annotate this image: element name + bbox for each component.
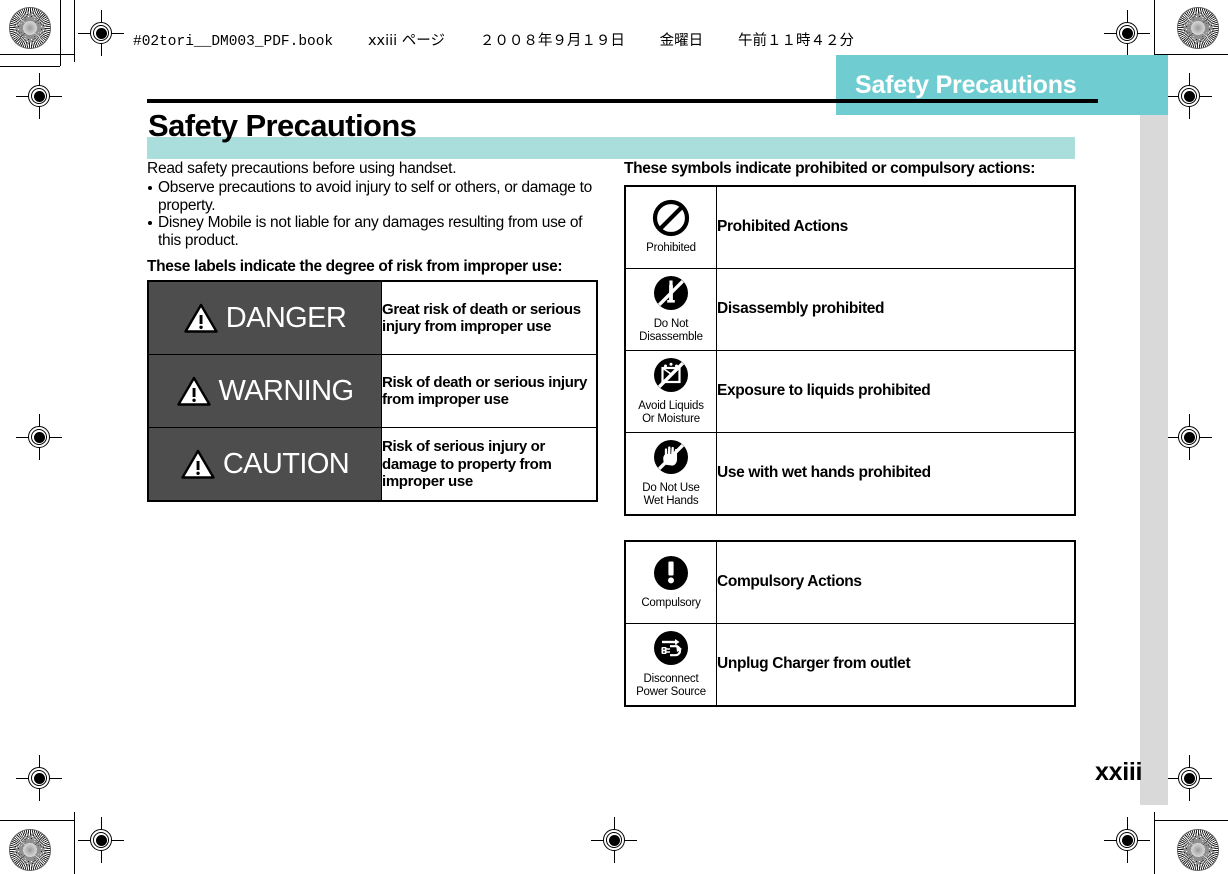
crop-line-bottom-right — [1154, 820, 1228, 821]
symbol-cell-prohibited: Prohibited — [625, 185, 717, 269]
symbol-description-compulsory: Compulsory Actions — [716, 540, 1075, 624]
registration-mark-bottom-right — [1104, 817, 1150, 863]
warning-triangle-icon — [181, 449, 215, 480]
symbol-caption: Do Not Use Wet Hands — [642, 481, 700, 507]
print-header-time: 午前１１時４２分 — [737, 33, 854, 49]
symbol-cell-avoid-liquids: Avoid Liquids Or Moisture — [625, 349, 717, 433]
table-spacer — [624, 516, 1079, 540]
registration-mark-left-bottom — [16, 755, 62, 801]
inner-frame-left — [60, 0, 61, 66]
crop-line-bottom — [0, 820, 74, 821]
intro-bullet-list: Observe precautions to avoid injury to s… — [147, 179, 599, 250]
registration-mark-right-top — [1166, 73, 1212, 119]
registration-mark-top-right — [1104, 10, 1150, 56]
registration-mark-top-left — [78, 10, 124, 56]
star-target-top-left — [9, 7, 51, 49]
registration-mark-right-middle — [1166, 414, 1212, 460]
right-column: These symbols indicate prohibited or com… — [624, 160, 1079, 707]
print-header-date: ２００８年９月１９日 — [479, 33, 625, 49]
risk-table-heading: These labels indicate the degree of risk… — [147, 257, 563, 275]
page-title: Safety Precautions — [148, 108, 417, 143]
page-top-rule — [147, 99, 1098, 103]
risk-level-cell-danger: DANGER — [147, 280, 382, 356]
table-row: CAUTION Risk of serious injury or damage… — [147, 427, 598, 502]
disconnect-power-plug-icon — [651, 628, 691, 673]
risk-level-cell-warning: WARNING — [147, 354, 382, 429]
risk-level-label: CAUTION — [222, 447, 350, 480]
inner-frame-top — [0, 66, 60, 67]
list-item: Disney Mobile is not liable for any dama… — [147, 214, 599, 249]
warning-triangle-icon — [184, 303, 218, 334]
page-index-bar — [1140, 115, 1168, 805]
registration-mark-bottom-left — [78, 817, 124, 863]
print-header-weekday: 金曜日 — [659, 33, 704, 49]
page-number: xxiii — [1095, 758, 1143, 786]
crop-line-top — [0, 54, 74, 55]
symbols-heading: These symbols indicate prohibited or com… — [624, 160, 1036, 177]
registration-mark-bottom-center — [591, 817, 637, 863]
table-row: DANGER Great risk of death or serious in… — [147, 280, 598, 356]
symbol-caption: Avoid Liquids Or Moisture — [638, 399, 704, 425]
print-header-filename: #02tori__DM003_PDF.book — [133, 34, 334, 50]
table-row: Prohibited Prohibited Actions — [625, 185, 1075, 269]
prohibited-symbols-table: Prohibited Prohibited Actions Do Not Dis… — [624, 184, 1076, 516]
symbol-caption: Disconnect Power Source — [636, 672, 706, 698]
left-column: Read safety precautions before using han… — [147, 160, 599, 503]
symbol-description-prohibited: Prohibited Actions — [716, 185, 1075, 269]
chapter-tab: Safety Precautions — [836, 55, 1168, 115]
risk-description-danger: Great risk of death or serious injury fr… — [381, 280, 598, 356]
registration-mark-right-bottom — [1166, 755, 1212, 801]
risk-level-label: DANGER — [225, 301, 347, 334]
prohibited-circle-slash-icon — [651, 198, 691, 243]
do-not-disassemble-icon — [651, 273, 691, 318]
symbol-cell-do-not-disassemble: Do Not Disassemble — [625, 267, 717, 351]
star-target-top-right — [1177, 7, 1219, 49]
table-row: Do Not Use Wet Hands Use with wet hands … — [625, 431, 1075, 515]
page-title-block: Safety Precautions — [147, 108, 1077, 160]
crop-line-left-bottom — [74, 812, 75, 874]
star-target-bottom-right — [1177, 829, 1219, 871]
table-row: Disconnect Power Source Unplug Charger f… — [625, 622, 1075, 706]
risk-level-label: WARNING — [218, 374, 354, 407]
risk-description-caution: Risk of serious injury or damage to prop… — [381, 427, 598, 502]
crop-line-right-bottom — [1154, 812, 1155, 874]
registration-mark-left-top — [16, 73, 62, 119]
crop-line-right — [1154, 0, 1155, 62]
table-row: WARNING Risk of death or serious injury … — [147, 354, 598, 429]
symbol-description-do-not-disassemble: Disassembly prohibited — [716, 267, 1075, 351]
avoid-liquids-icon — [651, 355, 691, 400]
no-wet-hands-icon — [651, 437, 691, 482]
star-target-bottom-left — [9, 829, 51, 871]
intro-text: Read safety precautions before using han… — [147, 160, 457, 177]
symbol-caption: Prohibited — [646, 242, 696, 255]
risk-level-cell-caution: CAUTION — [147, 427, 382, 502]
crop-line-left — [74, 0, 75, 62]
risk-level-table: DANGER Great risk of death or serious in… — [147, 280, 598, 503]
compulsory-exclamation-icon — [651, 553, 691, 598]
symbol-caption: Compulsory — [641, 597, 701, 610]
table-row: Compulsory Compulsory Actions — [625, 540, 1075, 624]
chapter-tab-label: Safety Precautions — [855, 70, 1077, 99]
symbol-description-disconnect-power: Unplug Charger from outlet — [716, 622, 1075, 706]
symbol-description-no-wet-hands: Use with wet hands prohibited — [716, 431, 1075, 515]
risk-description-warning: Risk of death or serious injury from imp… — [381, 354, 598, 429]
table-row: Avoid Liquids Or Moisture Exposure to li… — [625, 349, 1075, 433]
symbol-caption: Do Not Disassemble — [639, 317, 703, 343]
table-row: Do Not Disassemble Disassembly prohibite… — [625, 267, 1075, 351]
list-item: Observe precautions to avoid injury to s… — [147, 179, 599, 214]
symbol-cell-no-wet-hands: Do Not Use Wet Hands — [625, 431, 717, 515]
compulsory-symbols-table: Compulsory Compulsory Actions Disconnect… — [624, 539, 1076, 707]
symbol-cell-compulsory: Compulsory — [625, 540, 717, 624]
symbol-description-avoid-liquids: Exposure to liquids prohibited — [716, 349, 1075, 433]
symbol-cell-disconnect-power: Disconnect Power Source — [625, 622, 717, 706]
warning-triangle-icon — [176, 376, 211, 407]
print-header-page-label: xxiii ページ — [367, 33, 446, 49]
print-header-line: #02tori__DM003_PDF.book xxiii ページ ２００８年９… — [133, 29, 854, 50]
registration-mark-left-middle — [16, 414, 62, 460]
